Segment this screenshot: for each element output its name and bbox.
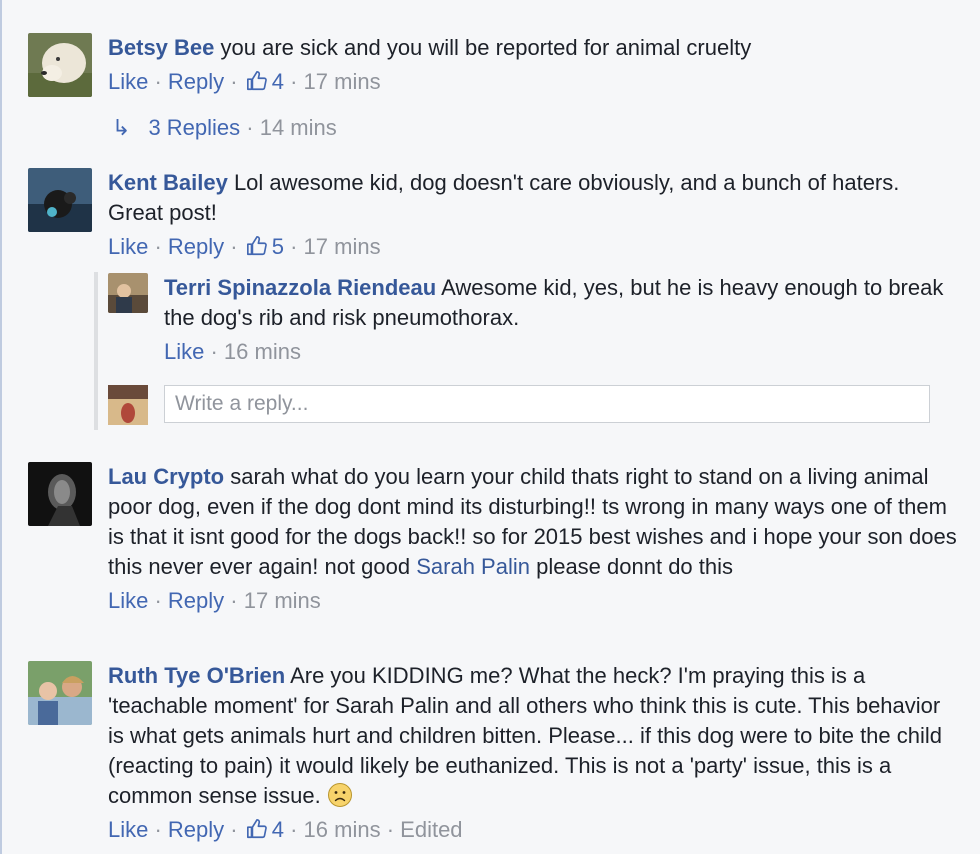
current-user-avatar <box>108 385 148 425</box>
separator: · <box>283 817 304 842</box>
comment-betsy-bee: Betsy Bee you are sick and you will be r… <box>28 33 960 103</box>
comment-text: Lau Crypto sarah what do you learn your … <box>108 462 960 582</box>
reply-button[interactable]: Reply <box>168 588 224 613</box>
comment-kent-bailey: Kent Bailey Lol awesome kid, dog doesn't… <box>28 168 960 268</box>
thumbs-up-icon[interactable] <box>246 235 268 257</box>
replies-timestamp: 14 mins <box>259 115 337 140</box>
comment-text: Kent Bailey Lol awesome kid, dog doesn't… <box>108 168 960 228</box>
author-name[interactable]: Betsy Bee <box>108 35 214 60</box>
separator: · <box>224 817 244 842</box>
separator: · <box>224 588 244 613</box>
separator: · <box>283 69 304 94</box>
separator: · <box>148 817 168 842</box>
comment-actions: Like · Reply · 17 mins <box>108 586 960 616</box>
separator: · <box>283 234 304 259</box>
author-name[interactable]: Ruth Tye O'Brien <box>108 663 285 688</box>
author-name[interactable]: Lau Crypto <box>108 464 224 489</box>
thumbs-up-icon[interactable] <box>246 818 268 840</box>
separator: · <box>148 69 168 94</box>
comment-actions: Like · Reply · 5 · 17 mins <box>108 232 960 262</box>
comment-message: you are sick and you will be reported fo… <box>214 35 752 60</box>
reply-button[interactable]: Reply <box>168 234 224 259</box>
reply-thread-line <box>94 272 98 430</box>
reply-terri-spinazzola-riendeau: Terri Spinazzola Riendeau Awesome kid, y… <box>108 273 960 369</box>
avatar[interactable] <box>28 168 92 232</box>
separator: · <box>148 588 168 613</box>
like-button[interactable]: Like <box>164 339 204 364</box>
avatar[interactable] <box>108 273 148 313</box>
reply-button[interactable]: Reply <box>168 69 224 94</box>
comment-lau-crypto: Lau Crypto sarah what do you learn your … <box>28 462 960 647</box>
comment-ruth-tye-obrien: Ruth Tye O'Brien Are you KIDDING me? Wha… <box>28 661 960 851</box>
replies-count-link[interactable]: 3 Replies <box>148 115 240 140</box>
reply-actions: Like · 16 mins <box>164 337 960 367</box>
frown-emoji-icon <box>327 783 352 807</box>
like-count[interactable]: 4 <box>272 69 284 94</box>
reply-button[interactable]: Reply <box>168 817 224 842</box>
separator: · <box>204 339 224 364</box>
comment-text: Betsy Bee you are sick and you will be r… <box>108 33 960 63</box>
mention-link[interactable]: Sarah Palin <box>416 554 530 579</box>
separator: · <box>148 234 168 259</box>
separator: · <box>240 115 260 140</box>
like-button[interactable]: Like <box>108 69 148 94</box>
separator: · <box>224 69 244 94</box>
view-replies[interactable]: ↳ 3 Replies · 14 mins <box>112 113 337 143</box>
like-count[interactable]: 4 <box>272 817 284 842</box>
avatar[interactable] <box>28 462 92 526</box>
like-count[interactable]: 5 <box>272 234 284 259</box>
separator: · <box>380 817 401 842</box>
timestamp[interactable]: 16 mins <box>224 339 301 364</box>
author-name[interactable]: Terri Spinazzola Riendeau <box>164 275 436 300</box>
timestamp[interactable]: 17 mins <box>304 234 381 259</box>
thumbs-up-icon[interactable] <box>246 70 268 92</box>
like-button[interactable]: Like <box>108 817 148 842</box>
like-button[interactable]: Like <box>108 588 148 613</box>
edited-label[interactable]: Edited <box>400 817 462 842</box>
left-border <box>0 0 2 854</box>
comment-actions: Like · Reply · 4 · 16 mins · Edited <box>108 815 960 845</box>
author-name[interactable]: Kent Bailey <box>108 170 228 195</box>
separator: · <box>224 234 244 259</box>
timestamp[interactable]: 17 mins <box>304 69 381 94</box>
timestamp[interactable]: 17 mins <box>244 588 321 613</box>
avatar[interactable] <box>28 33 92 97</box>
comment-text: Ruth Tye O'Brien Are you KIDDING me? Wha… <box>108 661 960 811</box>
comment-message-end: please donnt do this <box>529 554 734 579</box>
reply-text: Terri Spinazzola Riendeau Awesome kid, y… <box>164 273 960 333</box>
comment-actions: Like · Reply · 4 · 17 mins <box>108 67 960 97</box>
like-button[interactable]: Like <box>108 234 148 259</box>
timestamp[interactable]: 16 mins <box>304 817 381 842</box>
write-reply-input[interactable] <box>164 385 930 423</box>
reply-arrow-icon: ↳ <box>112 115 131 140</box>
avatar[interactable] <box>28 661 92 725</box>
